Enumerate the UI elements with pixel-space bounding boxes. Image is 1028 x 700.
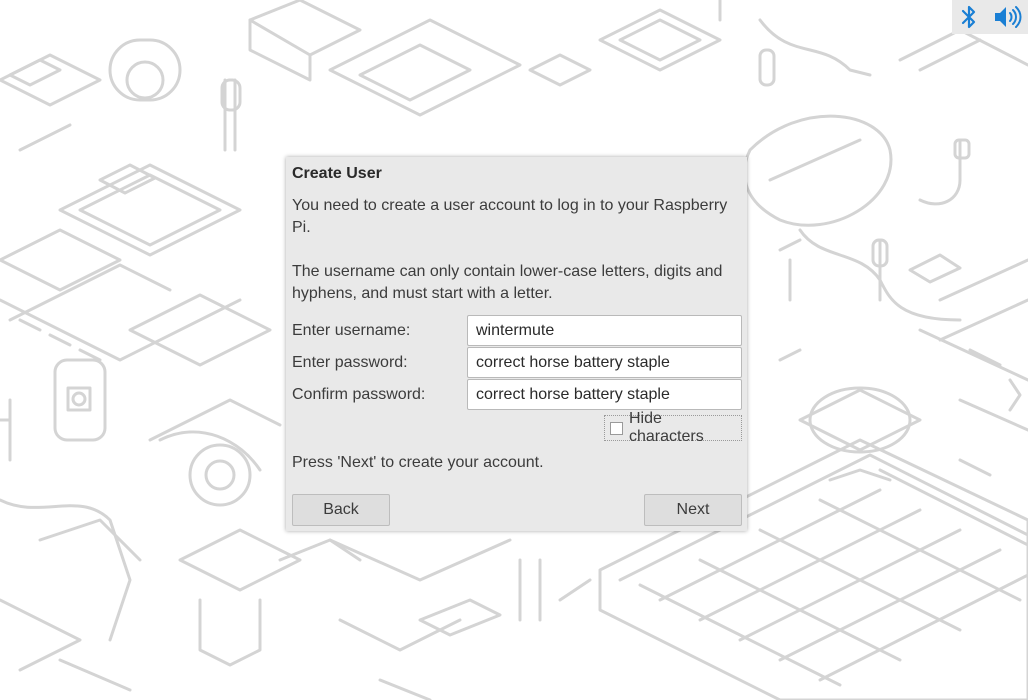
next-button[interactable]: Next (644, 494, 742, 526)
hide-characters-checkbox[interactable]: Hide characters (604, 410, 742, 445)
create-user-dialog: Create User You need to create a user ac… (286, 157, 747, 531)
confirm-password-label: Confirm password: (292, 386, 426, 403)
system-tray (952, 0, 1028, 34)
password-input[interactable] (467, 347, 742, 378)
back-button[interactable]: Back (292, 494, 390, 526)
instruction-text: Press 'Next' to create your account. (292, 454, 544, 471)
dialog-title: Create User (292, 165, 382, 182)
username-rules-text: The username can only contain lower-case… (292, 263, 723, 302)
hide-characters-label: Hide characters (629, 410, 704, 445)
bluetooth-icon[interactable] (958, 3, 980, 31)
username-label: Enter username: (292, 322, 411, 339)
password-label: Enter password: (292, 354, 408, 371)
confirm-password-input[interactable] (467, 379, 742, 410)
intro-text: You need to create a user account to log… (292, 197, 728, 236)
username-input[interactable] (467, 315, 742, 346)
checkbox-box[interactable] (610, 421, 623, 435)
volume-icon[interactable] (992, 3, 1022, 31)
